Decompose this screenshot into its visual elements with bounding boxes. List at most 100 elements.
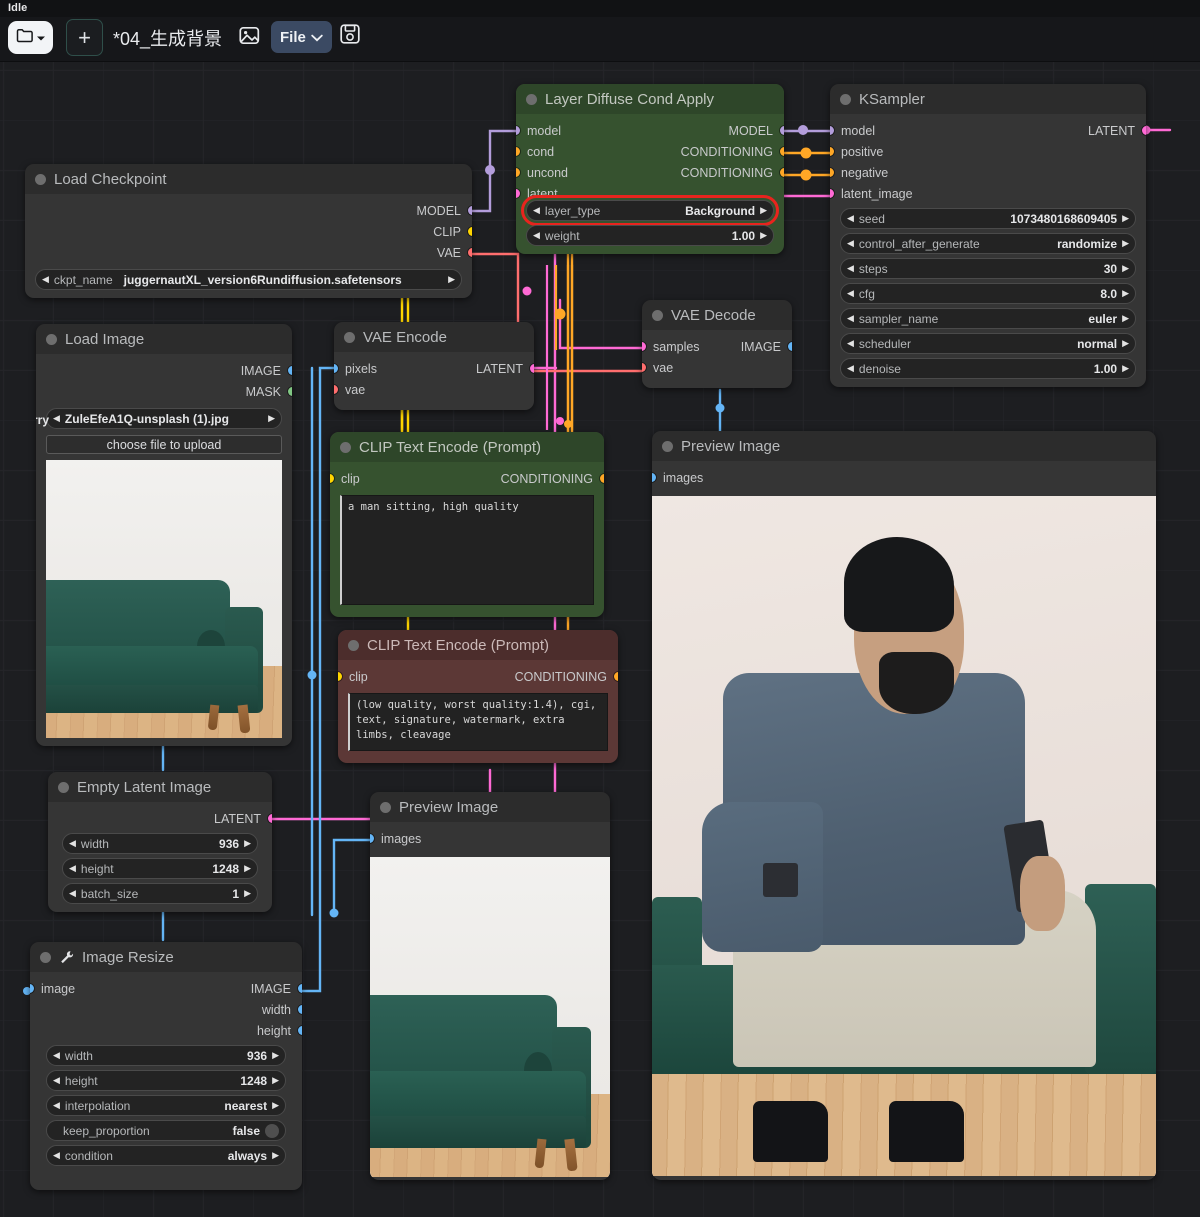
slot-dot-icon[interactable] (288, 366, 292, 375)
slot-dot-icon[interactable] (468, 206, 472, 215)
slot-dot-icon[interactable] (614, 672, 618, 681)
increment-arrow-icon[interactable]: ▶ (448, 275, 455, 284)
decrement-arrow-icon[interactable]: ◀ (847, 364, 854, 373)
slot-dot-icon[interactable] (600, 474, 604, 483)
output-slot-conditioning-2[interactable]: CONDITIONING (681, 162, 784, 183)
slot-dot-icon[interactable] (830, 126, 834, 135)
preview-image-main-canvas[interactable] (652, 496, 1156, 1176)
increment-arrow-icon[interactable]: ▶ (1122, 314, 1129, 323)
decrement-arrow-icon[interactable]: ◀ (847, 239, 854, 248)
increment-arrow-icon[interactable]: ▶ (272, 1051, 279, 1060)
collapse-dot-icon[interactable] (380, 801, 391, 813)
input-slot-samples[interactable]: samples (642, 336, 700, 357)
slot-dot-icon[interactable] (288, 387, 292, 396)
node-title-bar[interactable]: CLIP Text Encode (Prompt) (330, 432, 604, 462)
increment-arrow-icon[interactable]: ▶ (1122, 289, 1129, 298)
node-preview-image-small[interactable]: Preview Image images (370, 792, 610, 1180)
widget-height[interactable]: ◀ height 1248 ▶ (62, 858, 258, 879)
input-slot-model[interactable]: model (830, 120, 875, 141)
collapse-dot-icon[interactable] (35, 173, 46, 185)
decrement-arrow-icon[interactable]: ◀ (533, 231, 540, 240)
output-slot-conditioning-1[interactable]: CONDITIONING (681, 141, 784, 162)
slot-dot-icon[interactable] (642, 363, 646, 372)
node-layer-diffuse-cond-apply[interactable]: Layer Diffuse Cond Apply model MODEL con… (516, 84, 784, 254)
decrement-arrow-icon[interactable]: ◀ (53, 1151, 60, 1160)
slot-dot-icon[interactable] (530, 364, 534, 373)
decrement-arrow-icon[interactable]: ◀ (533, 206, 540, 215)
node-title-bar[interactable]: Preview Image (370, 792, 610, 822)
input-slot-cond[interactable]: cond (516, 141, 554, 162)
node-title-bar[interactable]: KSampler (830, 84, 1146, 114)
slot-dot-icon[interactable] (516, 168, 520, 177)
input-slot-vae[interactable]: vae (642, 357, 673, 378)
collapse-dot-icon[interactable] (46, 333, 57, 345)
output-slot-width[interactable]: width (262, 999, 302, 1020)
slot-dot-icon[interactable] (780, 147, 784, 156)
input-slot-vae[interactable]: vae (334, 379, 365, 400)
decrement-arrow-icon[interactable]: ◀ (42, 275, 49, 284)
slot-dot-icon[interactable] (788, 342, 792, 351)
output-slot-height[interactable]: height (257, 1020, 302, 1041)
node-title-bar[interactable]: Load Checkpoint (25, 164, 472, 194)
positive-prompt-textarea[interactable]: a man sitting, high quality (340, 495, 594, 605)
new-workflow-button[interactable]: + (66, 19, 103, 56)
collapse-dot-icon[interactable] (662, 440, 673, 452)
input-slot-clip[interactable]: clip (330, 468, 360, 489)
widget-resize-width[interactable]: ◀ width 936 ▶ (46, 1045, 286, 1066)
slot-dot-icon[interactable] (268, 814, 272, 823)
node-clip-text-encode-positive[interactable]: CLIP Text Encode (Prompt) clip CONDITION… (330, 432, 604, 617)
decrement-arrow-icon[interactable]: ◀ (53, 1076, 60, 1085)
node-title-bar[interactable]: Empty Latent Image (48, 772, 272, 802)
slot-dot-icon[interactable] (298, 1026, 302, 1035)
output-slot-conditioning[interactable]: CONDITIONING (501, 468, 604, 489)
node-title-bar[interactable]: Load Image (36, 324, 292, 354)
widget-steps[interactable]: ◀ steps 30 ▶ (840, 258, 1136, 279)
slot-dot-icon[interactable] (298, 984, 302, 993)
input-slot-pixels[interactable]: pixels (334, 358, 377, 379)
save-workflow-button[interactable] (338, 23, 362, 48)
output-slot-image[interactable]: IMAGE (741, 336, 792, 357)
widget-resize-height[interactable]: ◀ height 1248 ▶ (46, 1070, 286, 1091)
node-load-checkpoint[interactable]: Load Checkpoint MODEL CLIP VAE ◀ ckpt_na… (25, 164, 472, 298)
increment-arrow-icon[interactable]: ▶ (1122, 214, 1129, 223)
widget-condition[interactable]: ◀ condition always ▶ (46, 1145, 286, 1166)
output-slot-latent[interactable]: LATENT (214, 808, 272, 829)
input-slot-images[interactable]: images (652, 467, 703, 488)
decrement-arrow-icon[interactable]: ◀ (53, 1101, 60, 1110)
slot-dot-icon[interactable] (334, 364, 338, 373)
load-image-preview[interactable] (46, 460, 282, 738)
input-slot-latent-image[interactable]: latent_image (830, 183, 913, 204)
increment-arrow-icon[interactable]: ▶ (760, 231, 767, 240)
decrement-arrow-icon[interactable]: ◀ (847, 214, 854, 223)
output-slot-model[interactable]: MODEL (417, 200, 472, 221)
slot-dot-icon[interactable] (780, 126, 784, 135)
slot-dot-icon[interactable] (468, 227, 472, 236)
slot-dot-icon[interactable] (652, 473, 656, 482)
increment-arrow-icon[interactable]: ▶ (1122, 364, 1129, 373)
output-slot-latent[interactable]: LATENT (476, 358, 534, 379)
upload-file-button[interactable]: choose file to upload (46, 435, 282, 454)
slot-dot-icon[interactable] (516, 147, 520, 156)
input-slot-positive[interactable]: positive (830, 141, 883, 162)
workflows-folder-button[interactable] (8, 21, 53, 54)
widget-seed[interactable]: ◀ seed 1073480168609405 ▶ (840, 208, 1136, 229)
increment-arrow-icon[interactable]: ▶ (272, 1076, 279, 1085)
decrement-arrow-icon[interactable]: ◀ (847, 289, 854, 298)
increment-arrow-icon[interactable]: ▶ (244, 889, 251, 898)
widget-cfg[interactable]: ◀ cfg 8.0 ▶ (840, 283, 1136, 304)
widget-sampler-name[interactable]: ◀ sampler_name euler ▶ (840, 308, 1136, 329)
node-title-bar[interactable]: VAE Encode (334, 322, 534, 352)
slot-dot-icon[interactable] (780, 168, 784, 177)
node-preview-image-main[interactable]: Preview Image images (652, 431, 1156, 1180)
collapse-dot-icon[interactable] (58, 781, 69, 793)
negative-prompt-textarea[interactable]: (low quality, worst quality:1.4), cgi, t… (348, 693, 608, 751)
input-slot-clip[interactable]: clip (338, 666, 368, 687)
slot-dot-icon[interactable] (830, 189, 834, 198)
toggle-knob-icon[interactable] (265, 1123, 279, 1138)
image-icon[interactable] (238, 24, 261, 47)
widget-width[interactable]: ◀ width 936 ▶ (62, 833, 258, 854)
widget-image-file[interactable]: -goldsberry ◀ ZuleEfeA1Q-unsplash (1).jp… (36, 408, 282, 429)
widget-control-after-generate[interactable]: ◀ control_after_generate randomize ▶ (840, 233, 1136, 254)
widget-ckpt-name[interactable]: ◀ ckpt_name juggernautXL_version6Rundiff… (35, 269, 462, 290)
increment-arrow-icon[interactable]: ▶ (268, 414, 275, 423)
